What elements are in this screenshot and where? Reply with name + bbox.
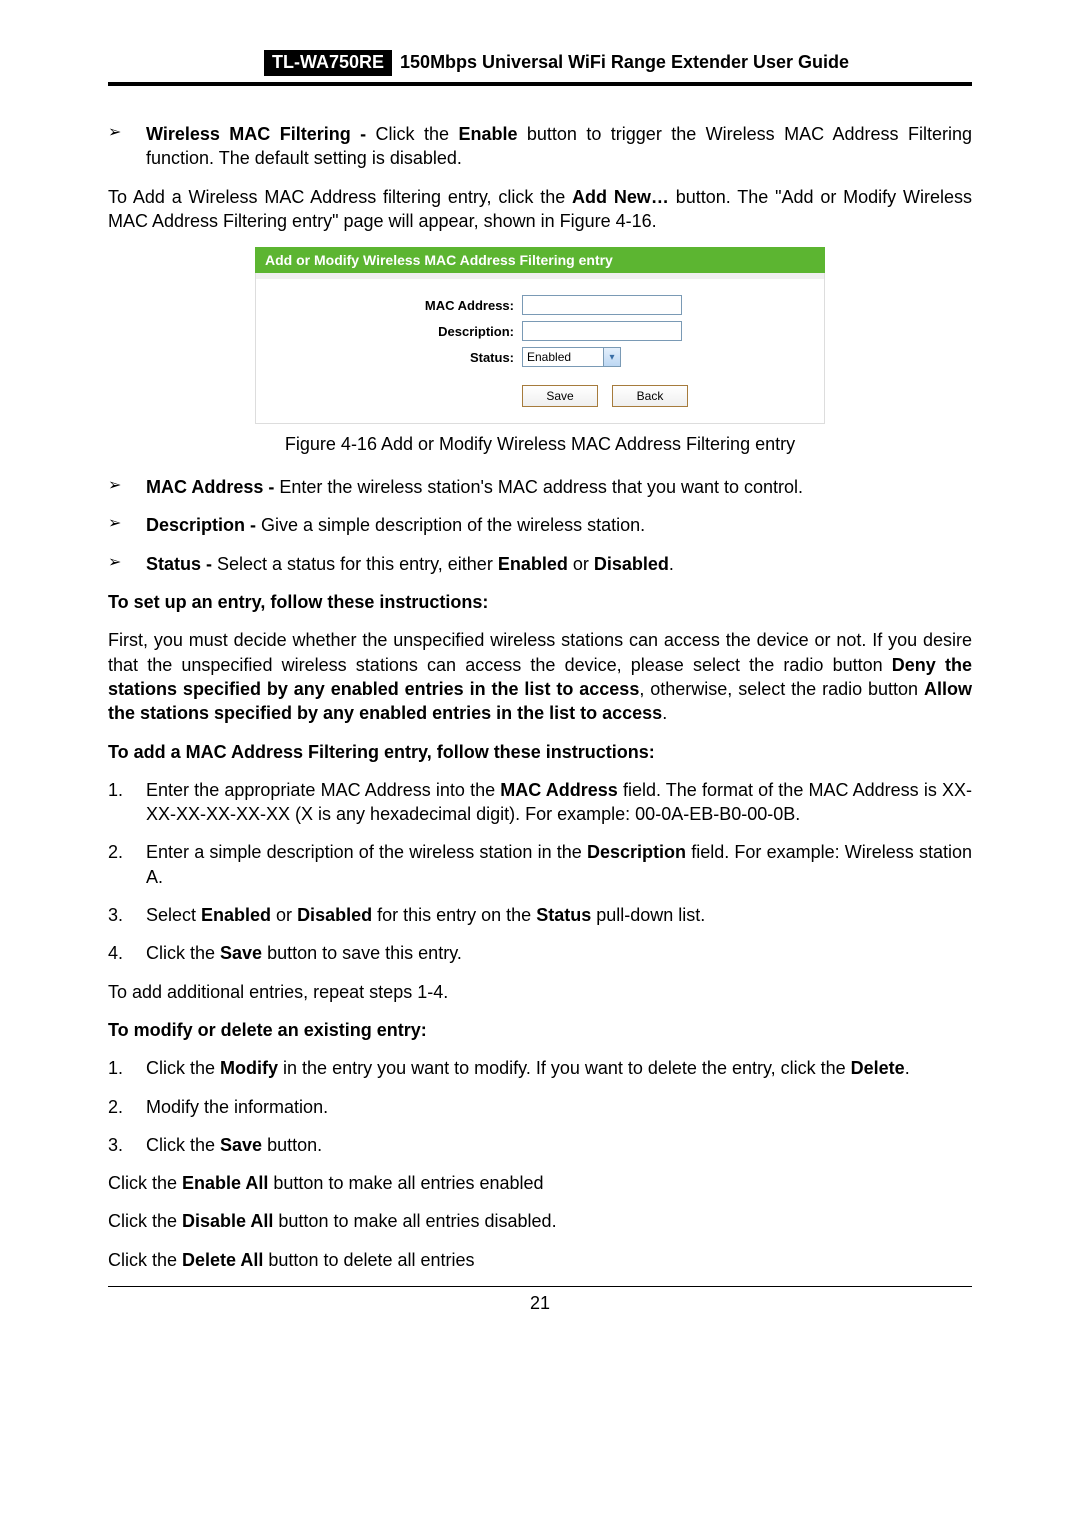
list-num: 2.	[108, 840, 146, 889]
list-item: 1.Enter the appropriate MAC Address into…	[108, 778, 972, 827]
bullet-item: ➢ Status - Select a status for this entr…	[108, 552, 972, 576]
doc-title: 150Mbps Universal WiFi Range Extender Us…	[392, 50, 849, 76]
figure-body: MAC Address: Description: Status: Enable…	[255, 279, 825, 424]
list-num: 3.	[108, 903, 146, 927]
form-row-desc: Description:	[256, 321, 824, 341]
page-number: 21	[108, 1293, 972, 1314]
bullet-text: Wireless MAC Filtering - Click the Enabl…	[146, 122, 972, 171]
bullet-item: ➢ Wireless MAC Filtering - Click the Ena…	[108, 122, 972, 171]
intro-paragraph: To Add a Wireless MAC Address filtering …	[108, 185, 972, 234]
back-button[interactable]: Back	[612, 385, 688, 407]
list-item: 3.Click the Save button.	[108, 1133, 972, 1157]
chevron-down-icon: ▾	[603, 348, 620, 366]
list-num: 2.	[108, 1095, 146, 1119]
add-after-paragraph: To add additional entries, repeat steps …	[108, 980, 972, 1004]
bullet-text: MAC Address - Enter the wireless station…	[146, 475, 972, 499]
figure-panel: Add or Modify Wireless MAC Address Filte…	[255, 247, 825, 424]
list-item: 4.Click the Save button to save this ent…	[108, 941, 972, 965]
modify-heading: To modify or delete an existing entry:	[108, 1018, 972, 1042]
list-item: 2.Enter a simple description of the wire…	[108, 840, 972, 889]
list-text: Modify the information.	[146, 1095, 972, 1119]
bullet-marker: ➢	[108, 122, 146, 171]
list-num: 1.	[108, 1056, 146, 1080]
model-box: TL-WA750RE	[264, 50, 392, 76]
figure-button-row: Save Back	[256, 385, 824, 407]
list-text: Click the Save button.	[146, 1133, 972, 1157]
list-num: 4.	[108, 941, 146, 965]
form-row-mac: MAC Address:	[256, 295, 824, 315]
status-select[interactable]: Enabled ▾	[522, 347, 621, 367]
add-heading: To add a MAC Address Filtering entry, fo…	[108, 740, 972, 764]
list-text: Enter a simple description of the wirele…	[146, 840, 972, 889]
list-num: 3.	[108, 1133, 146, 1157]
tail-paragraph: Click the Delete All button to delete al…	[108, 1248, 972, 1272]
bullet-marker: ➢	[108, 552, 146, 576]
list-text: Click the Save button to save this entry…	[146, 941, 972, 965]
doc-header: TL-WA750RE 150Mbps Universal WiFi Range …	[108, 50, 972, 76]
bullet-item: ➢ MAC Address - Enter the wireless stati…	[108, 475, 972, 499]
bullet-text: Description - Give a simple description …	[146, 513, 972, 537]
list-text: Enter the appropriate MAC Address into t…	[146, 778, 972, 827]
form-row-status: Status: Enabled ▾	[256, 347, 824, 367]
list-num: 1.	[108, 778, 146, 827]
tail-paragraph: Click the Enable All button to make all …	[108, 1171, 972, 1195]
mac-input[interactable]	[522, 295, 682, 315]
save-button[interactable]: Save	[522, 385, 598, 407]
mac-label: MAC Address:	[256, 298, 522, 313]
bullet-marker: ➢	[108, 475, 146, 499]
header-rule	[108, 82, 972, 86]
desc-input[interactable]	[522, 321, 682, 341]
list-item: 2.Modify the information.	[108, 1095, 972, 1119]
list-item: 3.Select Enabled or Disabled for this en…	[108, 903, 972, 927]
list-item: 1.Click the Modify in the entry you want…	[108, 1056, 972, 1080]
bullet-item: ➢ Description - Give a simple descriptio…	[108, 513, 972, 537]
figure-caption: Figure 4-16 Add or Modify Wireless MAC A…	[108, 434, 972, 455]
footer-rule	[108, 1286, 972, 1287]
bullet-text: Status - Select a status for this entry,…	[146, 552, 972, 576]
status-label: Status:	[256, 350, 522, 365]
list-text: Select Enabled or Disabled for this entr…	[146, 903, 972, 927]
figure-title-bar: Add or Modify Wireless MAC Address Filte…	[255, 247, 825, 273]
status-select-value: Enabled	[523, 348, 603, 366]
desc-label: Description:	[256, 324, 522, 339]
bullet-marker: ➢	[108, 513, 146, 537]
setup-heading: To set up an entry, follow these instruc…	[108, 590, 972, 614]
setup-paragraph: First, you must decide whether the unspe…	[108, 628, 972, 725]
tail-paragraph: Click the Disable All button to make all…	[108, 1209, 972, 1233]
list-text: Click the Modify in the entry you want t…	[146, 1056, 972, 1080]
